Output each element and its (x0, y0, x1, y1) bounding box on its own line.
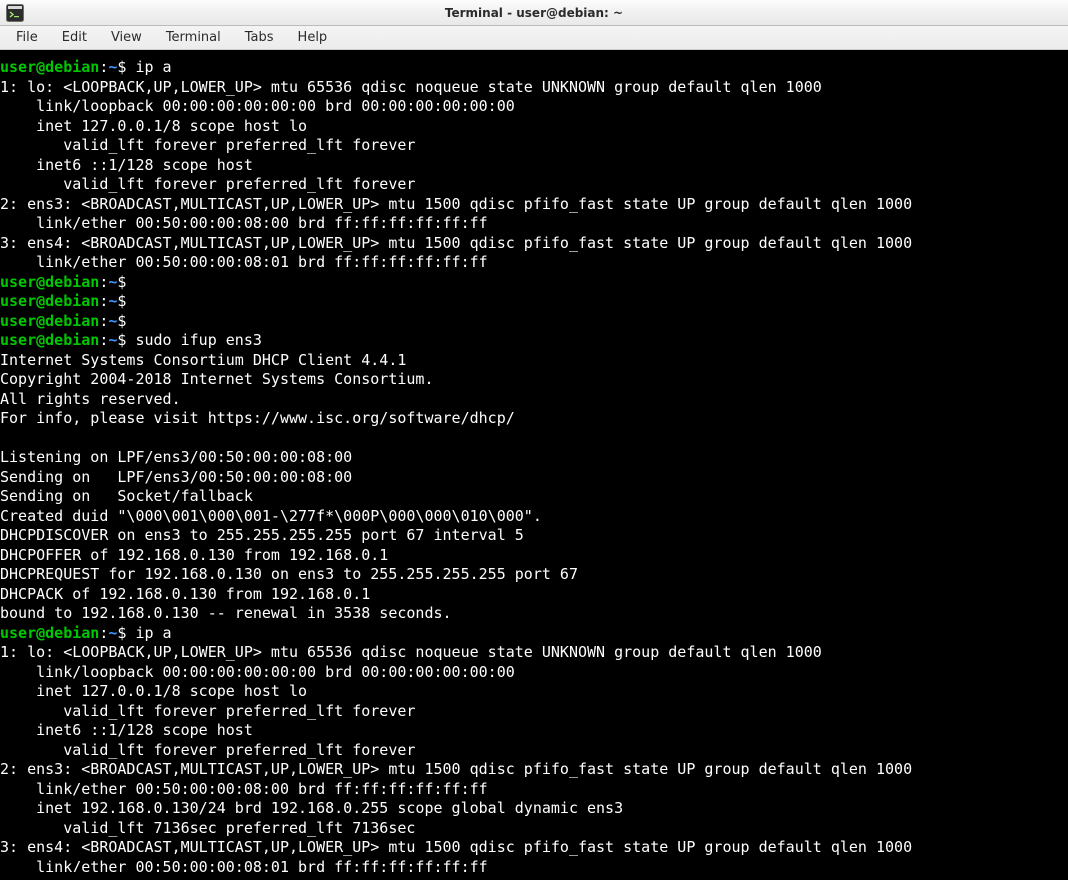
window-title: Terminal - user@debian: ~ (0, 6, 1068, 20)
menu-tabs[interactable]: Tabs (233, 28, 286, 47)
menu-edit[interactable]: Edit (50, 28, 99, 47)
menu-view[interactable]: View (99, 28, 154, 47)
window-titlebar: Terminal - user@debian: ~ (0, 0, 1068, 26)
terminal-icon (6, 4, 24, 22)
menu-file[interactable]: File (4, 28, 50, 47)
menu-terminal[interactable]: Terminal (154, 28, 233, 47)
menu-help[interactable]: Help (286, 28, 340, 47)
terminal-output[interactable]: user@debian:~$ ip a 1: lo: <LOOPBACK,UP,… (0, 50, 1068, 872)
menubar: File Edit View Terminal Tabs Help (0, 26, 1068, 50)
